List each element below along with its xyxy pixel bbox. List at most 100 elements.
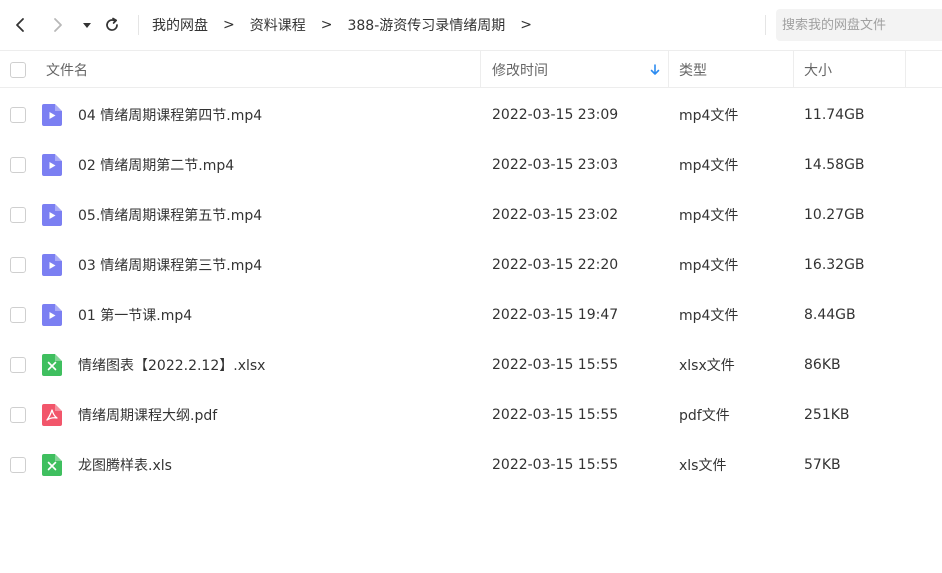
video-file-icon (42, 254, 62, 276)
caret-down-icon (83, 23, 91, 28)
column-header-size[interactable]: 大小 (804, 51, 904, 88)
select-all-checkbox[interactable] (10, 61, 26, 78)
table-row[interactable]: 05.情绪周期课程第五节.mp4 2022-03-15 23:02 mp4文件 … (0, 190, 942, 240)
refresh-button[interactable] (99, 0, 125, 50)
table-row[interactable]: 03 情绪周期课程第三节.mp4 2022-03-15 22:20 mp4文件 … (0, 240, 942, 290)
file-icon (42, 154, 62, 176)
file-name[interactable]: 01 第一节课.mp4 (78, 290, 192, 340)
row-checkbox[interactable] (10, 307, 26, 323)
video-file-icon (42, 304, 62, 326)
file-name[interactable]: 05.情绪周期课程第五节.mp4 (78, 190, 262, 240)
file-size: 57KB (804, 457, 841, 473)
file-type: xlsx文件 (679, 358, 735, 374)
table-row[interactable]: 04 情绪周期课程第四节.mp4 2022-03-15 23:09 mp4文件 … (0, 90, 942, 140)
file-size: 14.58GB (804, 157, 865, 173)
column-header-type-label: 类型 (679, 62, 707, 79)
excel-file-icon (42, 354, 62, 376)
column-header-name[interactable]: 文件名 (46, 51, 480, 88)
file-type: mp4文件 (679, 258, 739, 274)
history-dropdown-button[interactable] (75, 0, 99, 50)
column-header-name-label: 文件名 (46, 62, 88, 79)
file-modified-time: 2022-03-15 15:55 (492, 357, 619, 373)
table-row[interactable]: 02 情绪周期第二节.mp4 2022-03-15 23:03 mp4文件 14… (0, 140, 942, 190)
video-file-icon (42, 204, 62, 226)
file-size: 251KB (804, 407, 850, 423)
column-header-type[interactable]: 类型 (679, 51, 793, 88)
row-checkbox[interactable] (10, 357, 26, 373)
file-name[interactable]: 03 情绪周期课程第三节.mp4 (78, 240, 262, 290)
file-name[interactable]: 情绪图表【2022.2.12】.xlsx (78, 340, 265, 390)
file-size: 16.32GB (804, 257, 865, 273)
breadcrumb-separator: > (223, 17, 235, 33)
row-checkbox[interactable] (10, 207, 26, 223)
file-type: pdf文件 (679, 408, 730, 424)
file-icon (42, 354, 62, 376)
row-checkbox[interactable] (10, 157, 26, 173)
file-size: 8.44GB (804, 307, 856, 323)
refresh-icon (106, 17, 118, 31)
file-modified-time: 2022-03-15 22:20 (492, 257, 619, 273)
row-checkbox[interactable] (10, 457, 26, 473)
header-checkbox-cell (10, 51, 26, 88)
file-modified-time: 2022-03-15 23:02 (492, 207, 619, 223)
row-checkbox[interactable] (10, 257, 26, 273)
breadcrumb-separator[interactable]: > (520, 17, 532, 33)
column-divider[interactable] (905, 51, 906, 88)
file-type: xls文件 (679, 458, 727, 474)
chevron-right-icon (54, 18, 62, 32)
file-name[interactable]: 04 情绪周期课程第四节.mp4 (78, 90, 262, 140)
table-row[interactable]: 龙图腾样表.xls 2022-03-15 15:55 xls文件 57KB (0, 440, 942, 490)
table-row[interactable]: 01 第一节课.mp4 2022-03-15 19:47 mp4文件 8.44G… (0, 290, 942, 340)
column-divider[interactable] (668, 51, 669, 88)
file-size: 86KB (804, 357, 841, 373)
column-header-size-label: 大小 (804, 62, 832, 79)
breadcrumb-separator: > (320, 17, 333, 33)
file-name[interactable]: 龙图腾样表.xls (78, 440, 172, 490)
file-modified-time: 2022-03-15 23:03 (492, 157, 619, 173)
toolbar-divider (138, 15, 139, 35)
search-input[interactable] (776, 9, 942, 41)
table-row[interactable]: 情绪周期课程大纲.pdf 2022-03-15 15:55 pdf文件 251K… (0, 390, 942, 440)
file-list: 04 情绪周期课程第四节.mp4 2022-03-15 23:09 mp4文件 … (0, 90, 942, 490)
row-checkbox[interactable] (10, 107, 26, 123)
file-modified-time: 2022-03-15 15:55 (492, 407, 619, 423)
forward-button[interactable] (45, 0, 71, 50)
video-file-icon (42, 154, 62, 176)
file-modified-time: 2022-03-15 15:55 (492, 457, 619, 473)
column-divider[interactable] (480, 51, 481, 88)
file-name[interactable]: 情绪周期课程大纲.pdf (78, 390, 217, 440)
file-icon (42, 204, 62, 226)
file-size: 10.27GB (804, 207, 865, 223)
top-toolbar: 我的网盘 > 资料课程 > 388-游资传习录情绪周期 > (0, 0, 942, 50)
sort-desc-arrow-icon (650, 64, 660, 75)
file-type: mp4文件 (679, 308, 739, 324)
file-size: 11.74GB (804, 107, 865, 123)
file-modified-time: 2022-03-15 19:47 (492, 307, 619, 323)
table-row[interactable]: 情绪图表【2022.2.12】.xlsx 2022-03-15 15:55 xl… (0, 340, 942, 390)
video-file-icon (42, 104, 62, 126)
file-icon (42, 104, 62, 126)
breadcrumb-item-current[interactable]: 388-游资传习录情绪周期 (347, 15, 505, 35)
file-modified-time: 2022-03-15 23:09 (492, 107, 619, 123)
file-name[interactable]: 02 情绪周期第二节.mp4 (78, 140, 234, 190)
file-icon (42, 454, 62, 476)
back-button[interactable] (7, 0, 33, 50)
file-type: mp4文件 (679, 158, 739, 174)
row-checkbox[interactable] (10, 407, 26, 423)
file-type: mp4文件 (679, 208, 739, 224)
column-divider[interactable] (793, 51, 794, 88)
pdf-file-icon (42, 404, 62, 426)
file-icon (42, 304, 62, 326)
excel-file-icon (42, 454, 62, 476)
column-header-modified[interactable]: 修改时间 (492, 51, 668, 88)
table-header: 文件名 修改时间 类型 大小 (0, 50, 942, 88)
breadcrumb-item-root[interactable]: 我的网盘 (152, 15, 208, 35)
column-header-modified-label: 修改时间 (492, 62, 548, 79)
chevron-left-icon (16, 18, 24, 32)
breadcrumb-item-course[interactable]: 资料课程 (250, 15, 306, 35)
breadcrumb: 我的网盘 > 资料课程 > 388-游资传习录情绪周期 > (152, 0, 547, 50)
file-icon (42, 404, 62, 426)
toolbar-divider (765, 15, 766, 35)
file-type: mp4文件 (679, 108, 739, 124)
file-icon (42, 254, 62, 276)
